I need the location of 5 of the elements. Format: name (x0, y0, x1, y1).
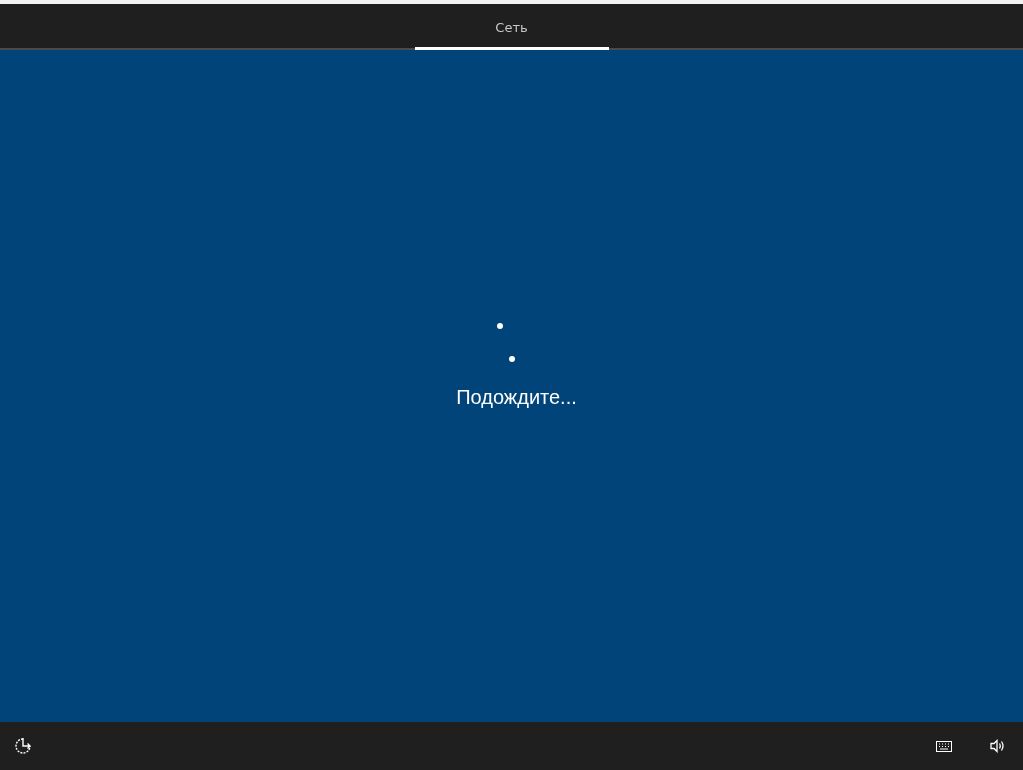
status-message: Подождите... (456, 386, 577, 409)
keyboard-icon[interactable] (936, 740, 952, 752)
accessibility-icon[interactable] (14, 737, 32, 755)
loading-spinner-icon (496, 323, 515, 362)
volume-icon[interactable] (990, 739, 1005, 753)
